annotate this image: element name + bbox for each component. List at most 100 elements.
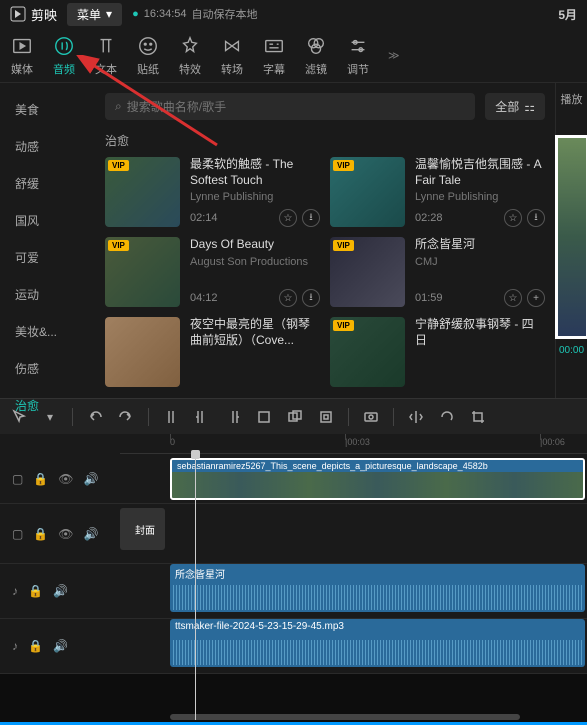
tab-transition[interactable]: 转场 — [220, 34, 244, 77]
audio-icon — [52, 34, 76, 58]
sidebar-item-sports[interactable]: 运动 — [0, 276, 95, 313]
tab-audio[interactable]: 音频 — [52, 34, 76, 77]
category-sidebar: 美食 动感 舒缓 国风 可爱 运动 美妆&... 伤感 治愈 — [0, 83, 95, 398]
track-item[interactable]: VIP 宁静舒缓叙事钢琴 - 四日 — [330, 317, 545, 387]
favorite-button[interactable]: ☆ — [279, 209, 297, 227]
sidebar-item-cute[interactable]: 可爱 — [0, 239, 95, 276]
eye-icon[interactable]: 👁 — [58, 472, 73, 486]
mute-icon[interactable]: 🔊 — [53, 584, 68, 598]
audio-track-icon[interactable]: ♪ — [12, 639, 18, 653]
audio-clip[interactable]: ttsmaker-file-2024-5-23-15-29-45.mp3 — [170, 619, 585, 667]
tab-text[interactable]: 文本 — [94, 34, 118, 77]
media-icon — [10, 34, 34, 58]
track-item[interactable]: VIP 最柔软的触感 - The Softest Touch Lynne Pub… — [105, 157, 320, 227]
undo-button[interactable] — [86, 408, 104, 426]
preview-time: 00:00 — [559, 345, 584, 356]
chevron-right-icon: ≫ — [388, 49, 400, 62]
sidebar-item-sad[interactable]: 伤感 — [0, 350, 95, 387]
tab-subtitle[interactable]: 字幕 — [262, 34, 286, 77]
trim-right-tool[interactable] — [224, 408, 242, 426]
track-type-icon[interactable]: ▢ — [12, 472, 23, 486]
track-grid: VIP 最柔软的触感 - The Softest Touch Lynne Pub… — [105, 157, 545, 387]
track-type-icon[interactable]: ▢ — [12, 527, 23, 541]
track-title: Days Of Beauty — [190, 237, 320, 253]
download-button[interactable]: ⭳ — [302, 289, 320, 307]
favorite-button[interactable]: ☆ — [504, 289, 522, 307]
tool-chevron[interactable]: ▾ — [41, 408, 59, 426]
track-title: 宁静舒缓叙事钢琴 - 四日 — [415, 317, 545, 348]
delete-tool[interactable] — [255, 408, 273, 426]
adjust-icon — [346, 34, 370, 58]
check-icon: ● — [132, 8, 139, 20]
sidebar-item-food[interactable]: 美食 — [0, 91, 95, 128]
timeline-scrollbar[interactable] — [170, 714, 520, 720]
more-tabs-button[interactable]: ≫ — [388, 49, 400, 62]
audio-track-2: ♪ 🔒 🔊 ttsmaker-file-2024-5-23-15-29-45.m… — [0, 619, 587, 674]
tab-adjust[interactable]: 调节 — [346, 34, 370, 77]
content-panel: ⌕ 全部 ⚏ 治愈 VIP 最柔软的触感 - The Softest Touch… — [95, 83, 555, 398]
preview-thumbnail[interactable] — [557, 137, 587, 337]
sidebar-item-national[interactable]: 国风 — [0, 202, 95, 239]
sidebar-item-relaxing[interactable]: 舒缓 — [0, 165, 95, 202]
menu-button[interactable]: 菜单 ▾ — [67, 3, 122, 26]
top-tabs: 媒体 音频 文本 贴纸 特效 转场 字幕 滤镜 调节 ≫ — [0, 28, 587, 83]
add-button[interactable]: + — [527, 289, 545, 307]
timeline-panel: ▾ 0 |00:03 |00:06 ▢ 🔒 👁 🔊 — [0, 398, 587, 674]
freeze-tool[interactable] — [317, 408, 335, 426]
favorite-button[interactable]: ☆ — [279, 289, 297, 307]
rotate-tool[interactable] — [438, 408, 456, 426]
preview-panel: 播放 00:00 — [555, 83, 587, 398]
transition-icon — [220, 34, 244, 58]
redo-button[interactable] — [117, 408, 135, 426]
audio-clip[interactable]: 所念皆星河 — [170, 564, 585, 612]
split-tool[interactable] — [162, 408, 180, 426]
tab-filter[interactable]: 滤镜 — [304, 34, 328, 77]
mute-icon[interactable]: 🔊 — [84, 472, 99, 486]
download-button[interactable]: ⭳ — [302, 209, 320, 227]
filter-button[interactable]: 全部 ⚏ — [485, 93, 545, 120]
track-duration: 01:59 — [415, 292, 443, 304]
record-tool[interactable] — [362, 408, 380, 426]
layer-tool[interactable] — [286, 408, 304, 426]
track-title: 温馨愉悦吉他氛围感 - A Fair Tale — [415, 157, 545, 188]
track-title: 所念皆星河 — [415, 237, 545, 253]
lock-icon[interactable]: 🔒 — [33, 472, 48, 486]
lock-icon[interactable]: 🔒 — [28, 639, 43, 653]
search-icon: ⌕ — [115, 99, 122, 114]
playhead[interactable] — [195, 455, 196, 720]
search-box[interactable]: ⌕ — [105, 93, 475, 120]
lock-icon[interactable]: 🔒 — [33, 527, 48, 541]
trim-left-tool[interactable] — [193, 408, 211, 426]
tab-sticker[interactable]: 贴纸 — [136, 34, 160, 77]
track-item[interactable]: VIP Days Of Beauty August Son Production… — [105, 237, 320, 307]
filter-icon — [304, 34, 328, 58]
audio-track-icon[interactable]: ♪ — [12, 584, 18, 598]
lock-icon[interactable]: 🔒 — [28, 584, 43, 598]
favorite-button[interactable]: ☆ — [504, 209, 522, 227]
download-button[interactable]: ⭳ — [527, 209, 545, 227]
sidebar-item-beauty[interactable]: 美妆&... — [0, 313, 95, 350]
eye-icon[interactable]: 👁 — [58, 527, 73, 541]
waveform — [173, 585, 582, 610]
track-item[interactable]: 夜空中最亮的星（钢琴曲前短版）（Cove... — [105, 317, 320, 387]
select-tool[interactable] — [10, 408, 28, 426]
effect-icon — [178, 34, 202, 58]
filter-icon: ⚏ — [524, 100, 535, 114]
track-duration: 02:28 — [415, 212, 443, 224]
mute-icon[interactable]: 🔊 — [53, 639, 68, 653]
track-thumbnail: VIP — [105, 157, 180, 227]
tab-effect[interactable]: 特效 — [178, 34, 202, 77]
track-item[interactable]: VIP 温馨愉悦吉他氛围感 - A Fair Tale Lynne Publis… — [330, 157, 545, 227]
sidebar-item-dynamic[interactable]: 动感 — [0, 128, 95, 165]
vip-badge: VIP — [108, 240, 129, 251]
tab-media[interactable]: 媒体 — [10, 34, 34, 77]
search-input[interactable] — [127, 100, 465, 114]
cover-clip[interactable]: 封面 — [120, 508, 165, 550]
mute-icon[interactable]: 🔊 — [84, 527, 99, 541]
track-item[interactable]: VIP 所念皆星河 CMJ 01:59 ☆ + — [330, 237, 545, 307]
video-clip[interactable]: sebastianramirez5267_This_scene_depicts_… — [170, 458, 585, 500]
track-thumbnail — [105, 317, 180, 387]
vip-badge: VIP — [333, 160, 354, 171]
crop-tool[interactable] — [469, 408, 487, 426]
mirror-tool[interactable] — [407, 408, 425, 426]
